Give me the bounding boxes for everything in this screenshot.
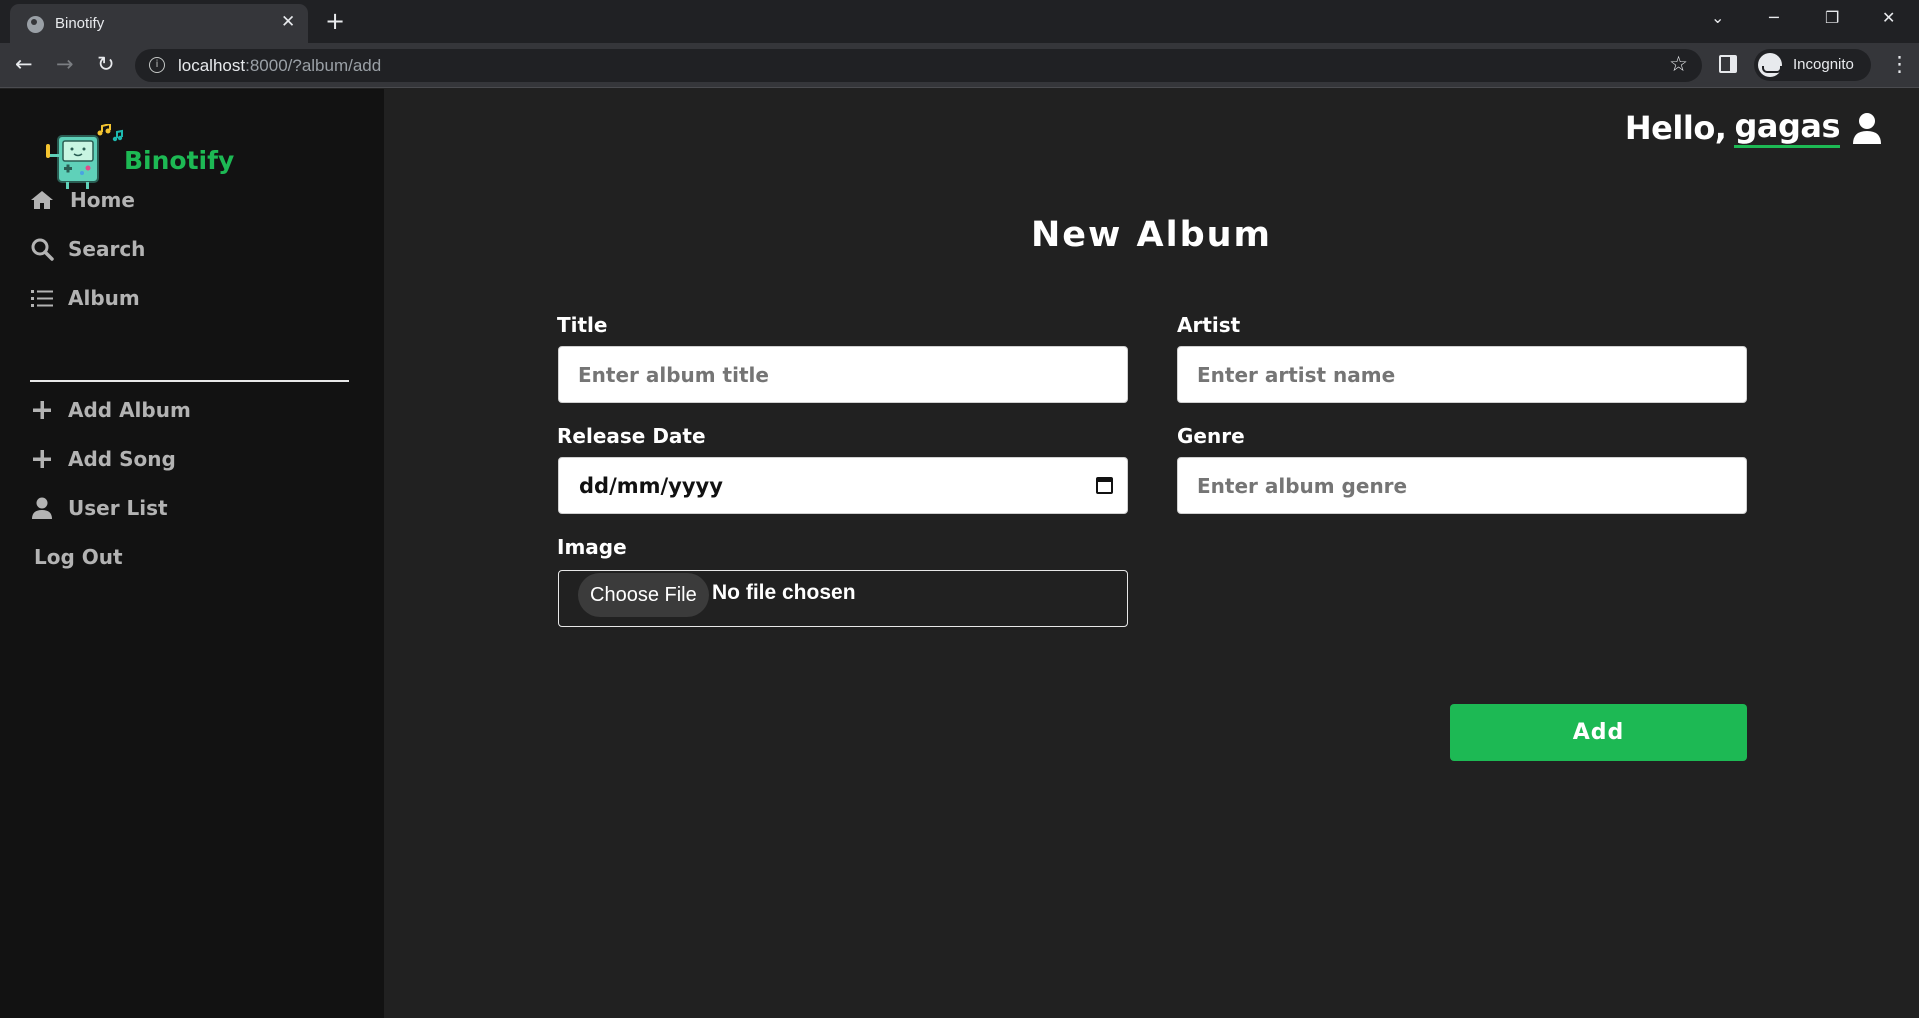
sidebar-item-home[interactable]: Home [30, 185, 135, 215]
minimize-icon[interactable]: ─ [1769, 8, 1779, 27]
release-date-label: Release Date [557, 424, 706, 448]
greeting-text: Hello, [1624, 108, 1727, 147]
image-label: Image [557, 535, 627, 559]
forward-icon[interactable]: → [56, 52, 74, 76]
tab-search-icon[interactable]: ⌄ [1711, 8, 1724, 27]
reload-icon[interactable]: ↻ [97, 52, 115, 76]
sidebar-item-label: Home [70, 188, 135, 212]
main-content: Hello, gagas New Album Title Artist Rele… [384, 89, 1919, 1018]
sidebar-item-label: Search [68, 237, 146, 261]
sidebar-item-add-album[interactable]: Add Album [30, 395, 191, 425]
genre-label: Genre [1177, 424, 1245, 448]
username-link[interactable]: gagas [1734, 107, 1840, 148]
artist-input[interactable] [1177, 346, 1747, 403]
brand-name[interactable]: Binotify [124, 146, 234, 175]
file-status-text: No file chosen [712, 581, 856, 604]
tab-close-icon[interactable]: ✕ [281, 12, 295, 32]
user-icon[interactable] [1852, 112, 1882, 144]
sidebar-item-search[interactable]: Search [30, 234, 145, 264]
page-title: New Album [1030, 215, 1273, 255]
sidebar: Binotify Home Search Album Add Album Add… [0, 89, 384, 1018]
address-bar: ← → ↻ i localhost:8000/?album/add ☆ Inco… [0, 43, 1919, 88]
genre-input[interactable] [1177, 457, 1747, 514]
globe-icon [27, 16, 44, 33]
bmo-logo-icon [46, 124, 123, 189]
plus-icon [33, 401, 51, 419]
artist-label: Artist [1177, 313, 1241, 337]
sidebar-item-label: Album [68, 286, 140, 310]
url-field[interactable]: i localhost:8000/?album/add ☆ [135, 49, 1702, 82]
image-file-input[interactable]: Choose File No file chosen [558, 570, 1128, 627]
new-tab-icon[interactable]: + [325, 7, 345, 35]
release-date-input[interactable]: dd/mm/yyyy [558, 457, 1128, 514]
browser-tab-bar: Binotify ✕ + ⌄ ─ ❐ ✕ [0, 0, 1919, 43]
side-panel-icon[interactable] [1719, 55, 1737, 73]
browser-menu-icon[interactable]: ⋮ [1889, 52, 1910, 76]
url-text: localhost:8000/?album/add [178, 56, 382, 75]
window-close-icon[interactable]: ✕ [1882, 8, 1895, 27]
calendar-icon[interactable] [1096, 477, 1113, 494]
add-album-button[interactable]: Add [1450, 704, 1747, 761]
sidebar-item-label: Add Album [68, 398, 191, 422]
tab-title: Binotify [55, 15, 105, 32]
sidebar-item-user-list[interactable]: User List [30, 493, 168, 523]
choose-file-button[interactable]: Choose File [578, 573, 709, 617]
sidebar-divider [30, 380, 349, 382]
incognito-label: Incognito [1793, 56, 1854, 73]
sidebar-item-label: User List [68, 496, 168, 520]
list-icon [31, 290, 53, 307]
search-icon [31, 238, 54, 261]
logout-link[interactable]: Log Out [34, 545, 123, 569]
incognito-icon [1758, 53, 1782, 77]
restore-icon[interactable]: ❐ [1825, 8, 1839, 27]
user-greeting: Hello, gagas [1625, 107, 1882, 148]
back-icon[interactable]: ← [15, 52, 33, 76]
user-icon [32, 497, 52, 519]
incognito-badge[interactable]: Incognito [1754, 49, 1871, 81]
bookmark-star-icon[interactable]: ☆ [1669, 52, 1688, 76]
browser-tab[interactable]: Binotify ✕ [10, 4, 308, 43]
sidebar-item-add-song[interactable]: Add Song [30, 444, 176, 474]
plus-icon [33, 450, 51, 468]
title-label: Title [557, 313, 608, 337]
sidebar-item-label: Add Song [68, 447, 176, 471]
album-title-input[interactable] [558, 346, 1128, 403]
date-format-text: dd/mm/yyyy [579, 473, 723, 498]
home-icon [31, 191, 53, 209]
site-info-icon[interactable]: i [149, 57, 165, 73]
sidebar-item-album[interactable]: Album [30, 283, 140, 313]
